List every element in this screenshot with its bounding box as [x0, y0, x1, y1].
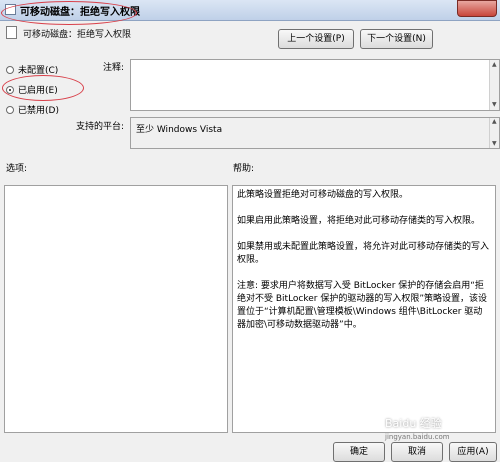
close-button[interactable]: [457, 0, 497, 17]
platform-scroll-up-icon[interactable]: ▲: [492, 119, 497, 125]
help-pane: 此策略设置拒绝对可移动磁盘的写入权限。 如果启用此策略设置，将拒绝对此可移动存储…: [232, 185, 496, 433]
help-paragraph: 注意: 要求用户将数据写入受 BitLocker 保护的存储会启用“拒绝对不受 …: [237, 281, 488, 330]
platform-label: 支持的平台:: [76, 122, 125, 132]
platform-scrollbar[interactable]: ▲ ▼: [489, 118, 499, 148]
help-paragraph: 如果启用此策略设置，将拒绝对此可移动存储类的写入权限。: [237, 216, 481, 226]
radio-not-configured-circle[interactable]: [6, 65, 14, 74]
previous-setting-button[interactable]: 上一个设置(P): [278, 29, 354, 49]
annotation-ellipse-title: [1, 1, 137, 25]
baidu-watermark: Baidu 经验: [385, 417, 442, 430]
help-paragraph: 此策略设置拒绝对可移动磁盘的写入权限。: [237, 190, 409, 200]
platform-scroll-down-icon[interactable]: ▼: [492, 141, 497, 147]
comment-textarea[interactable]: ▲ ▼: [130, 59, 500, 111]
help-label: 帮助:: [233, 164, 255, 174]
platform-value: 至少 Windows Vista: [136, 125, 223, 135]
next-setting-button[interactable]: 下一个设置(N): [360, 29, 433, 49]
radio-disabled-circle[interactable]: [6, 105, 14, 114]
policy-icon: [6, 26, 17, 39]
help-paragraph: 如果禁用或未配置此策略设置，将允许对此可移动存储类的写入权限。: [237, 242, 490, 265]
comment-label: 注释:: [103, 63, 125, 73]
radio-disabled-label: 已禁用(D): [18, 106, 59, 116]
scroll-down-icon[interactable]: ▼: [492, 102, 497, 108]
annotation-ellipse-enabled: [2, 75, 84, 101]
baidu-watermark-url: jingyan.baidu.com: [385, 433, 450, 441]
scroll-up-icon[interactable]: ▲: [492, 62, 497, 68]
apply-button[interactable]: 应用(A): [449, 442, 497, 462]
comment-scrollbar[interactable]: ▲ ▼: [489, 60, 499, 110]
cancel-button[interactable]: 取消: [391, 442, 443, 462]
radio-not-configured[interactable]: 未配置(C): [6, 63, 58, 76]
options-label: 选项:: [6, 164, 28, 174]
platform-field: 至少 Windows Vista ▲ ▼: [130, 117, 500, 149]
radio-disabled[interactable]: 已禁用(D): [6, 103, 59, 116]
ok-button[interactable]: 确定: [333, 442, 385, 462]
policy-name: 可移动磁盘：拒绝写入权限: [23, 30, 132, 40]
radio-not-configured-label: 未配置(C): [18, 66, 59, 76]
options-pane: [4, 185, 228, 433]
